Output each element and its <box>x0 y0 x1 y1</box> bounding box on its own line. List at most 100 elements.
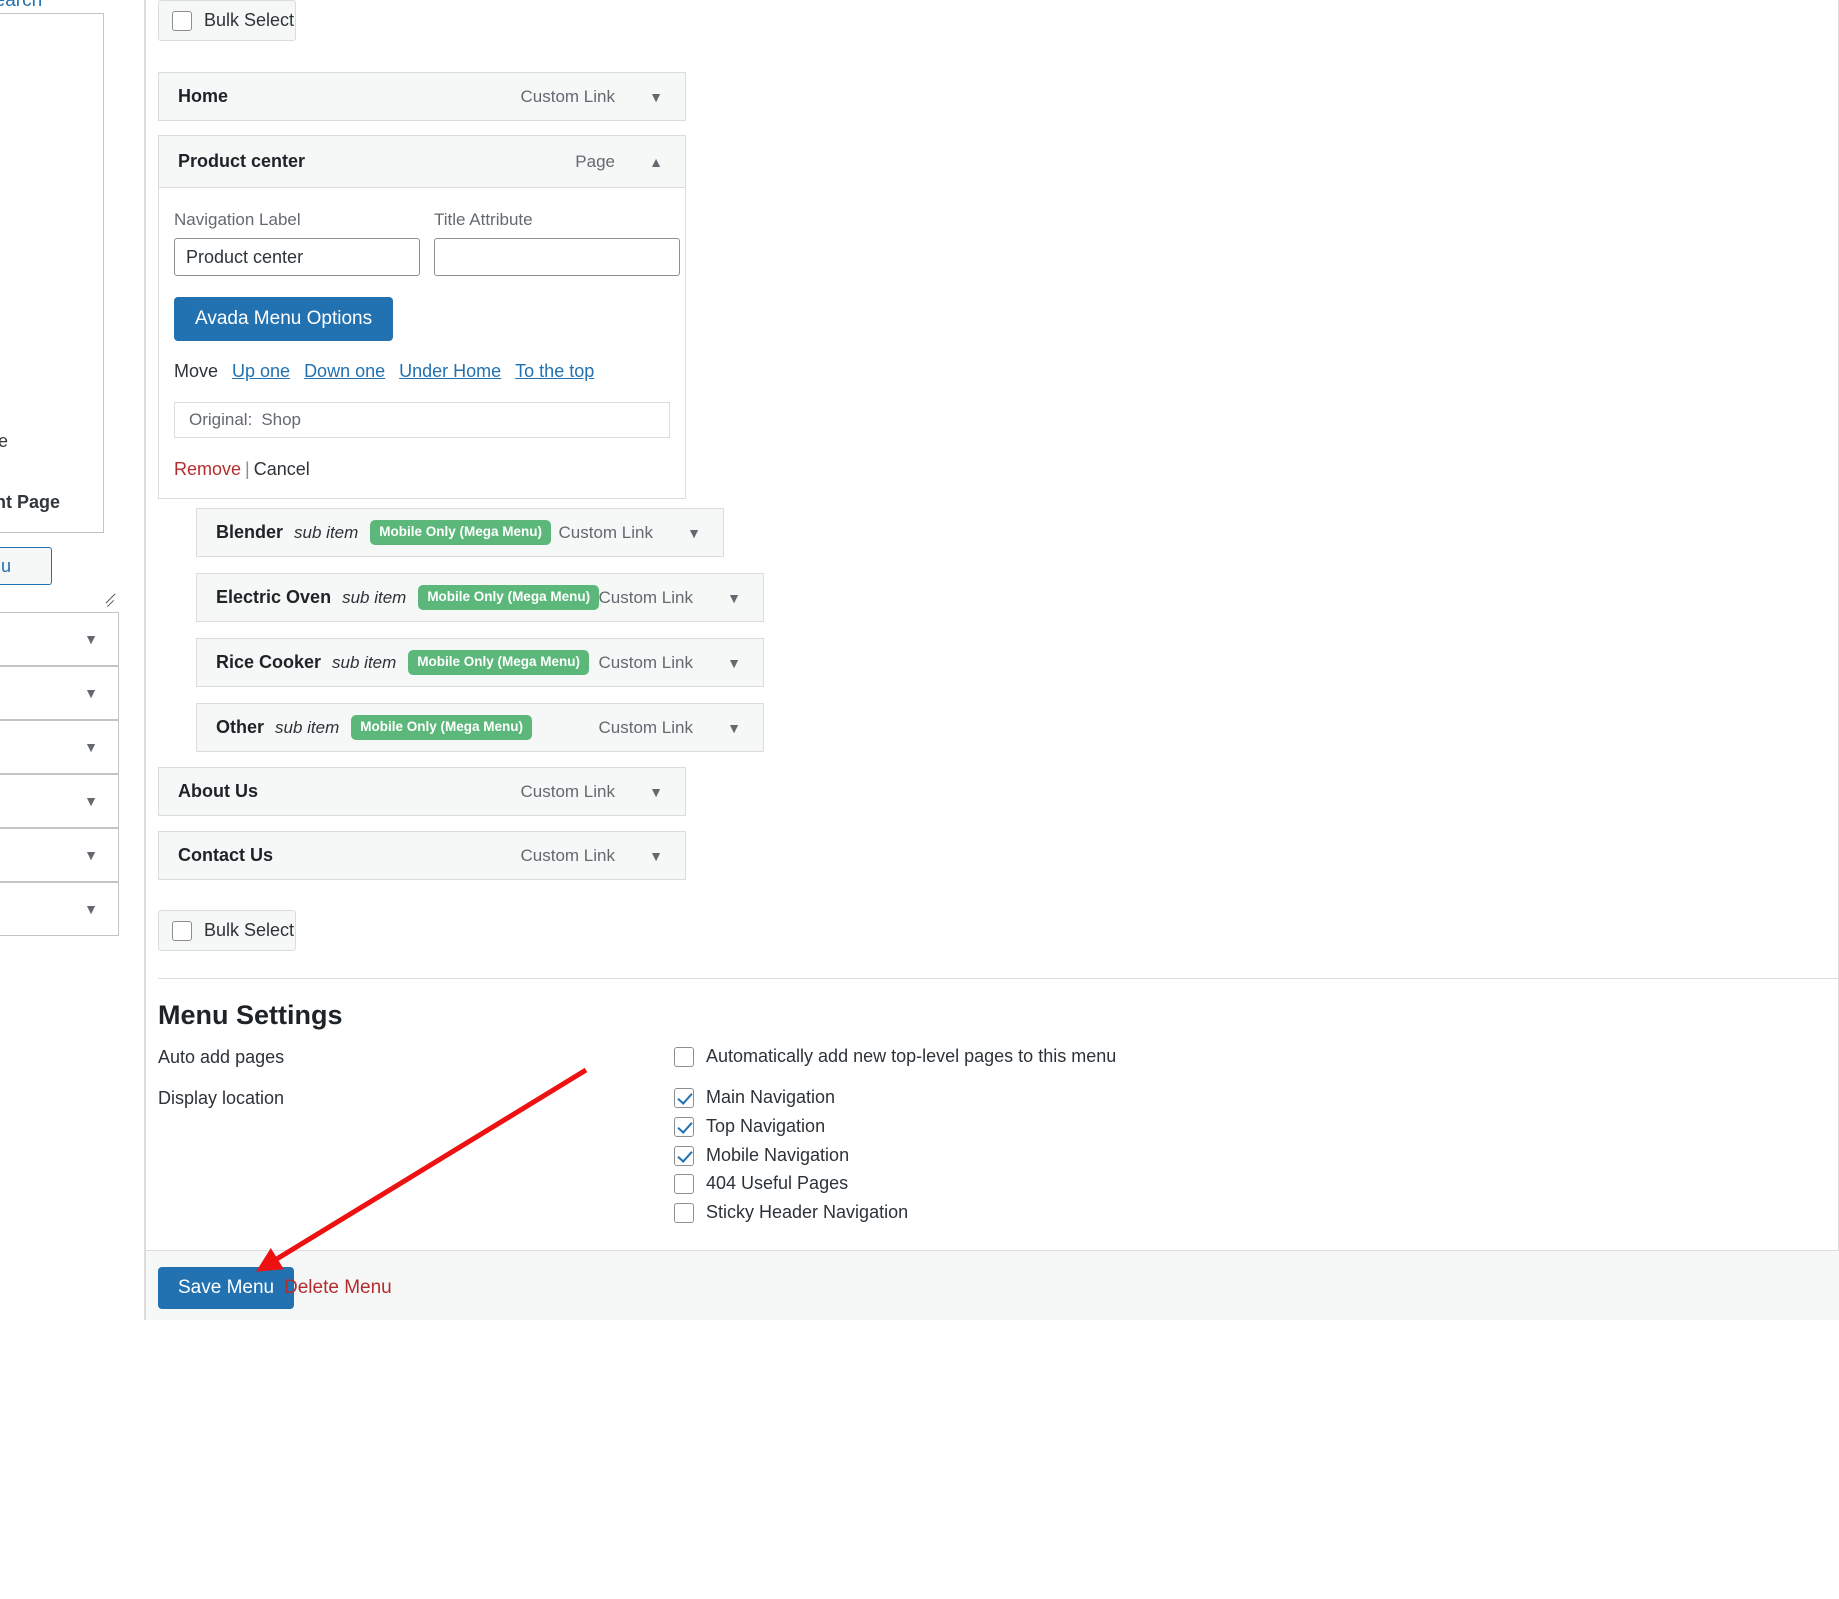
chevron-down-icon[interactable]: ▼ <box>649 849 663 863</box>
menu-item-type: Custom Link <box>520 845 615 865</box>
editor-footer-bar: Save Menu Delete Menu <box>146 1250 1839 1320</box>
menu-item-editor-body: Navigation Label Title Attribute Avada M… <box>159 188 685 498</box>
location-label: Mobile Navigation <box>706 1145 850 1165</box>
cancel-link[interactable]: Cancel <box>254 459 310 479</box>
bulk-select-label: Bulk Select <box>204 920 295 940</box>
menu-item-title: About Us <box>178 781 258 801</box>
move-links-row: Move Up one Down one Under Home To the t… <box>174 361 670 382</box>
chevron-down-icon: ▼ <box>84 847 98 863</box>
menu-item-type: Custom Link <box>598 652 693 672</box>
navigation-label-input[interactable] <box>174 238 420 276</box>
location-option-404-useful-pages[interactable]: 404 Useful Pages <box>674 1173 848 1194</box>
avada-menu-options-button[interactable]: Avada Menu Options <box>174 297 394 341</box>
sidebar-collapsed-panel[interactable]: ▼ <box>0 666 119 720</box>
editor-field-row: Navigation Label Title Attribute <box>174 210 680 276</box>
menu-item-title: Other <box>216 717 265 737</box>
bulk-select-bottom[interactable]: Bulk Select <box>158 910 296 951</box>
mobile-navigation-checkbox[interactable] <box>674 1145 694 1166</box>
original-value-box: Original: Shop <box>174 402 670 438</box>
menu-sub-item-rice-cooker[interactable]: Rice Cooker sub item Mobile Only (Mega M… <box>196 638 764 687</box>
menu-item-contact-us[interactable]: Contact Us Custom Link ▼ <box>158 831 686 880</box>
auto-add-pages-checkbox[interactable] <box>674 1046 694 1067</box>
sidebar-option-partial-1[interactable]: ge <box>0 431 8 452</box>
chevron-down-icon: ▼ <box>84 685 98 701</box>
menu-item-type: Custom Link <box>598 587 693 607</box>
sidebar-options-box <box>0 13 104 533</box>
sidebar-collapsed-panel[interactable]: ▼ <box>0 774 119 828</box>
delete-menu-link[interactable]: Delete Menu <box>284 1277 392 1299</box>
sidebar-collapsed-panel[interactable]: ▼ <box>0 828 119 882</box>
sub-item-label: sub item <box>342 587 407 607</box>
menu-item-about-us[interactable]: About Us Custom Link ▼ <box>158 767 686 816</box>
original-caption: Original: <box>189 410 253 429</box>
auto-add-pages-option[interactable]: Automatically add new top-level pages to… <box>674 1046 1116 1067</box>
title-attribute-caption: Title Attribute <box>434 210 533 229</box>
sub-item-label: sub item <box>275 717 340 737</box>
menu-item-type: Custom Link <box>520 86 615 106</box>
move-to-the-top-link[interactable]: To the top <box>515 361 594 382</box>
chevron-down-icon: ▼ <box>84 793 98 809</box>
menu-sub-item-electric-oven[interactable]: Electric Oven sub item Mobile Only (Mega… <box>196 573 764 622</box>
add-to-menu-button[interactable]: dd to Menu <box>0 547 52 585</box>
menu-item-title: Contact Us <box>178 845 274 865</box>
mobile-only-badge: Mobile Only (Mega Menu) <box>370 520 552 545</box>
sub-item-label: sub item <box>332 652 397 672</box>
menu-sub-item-blender[interactable]: Blender sub item Mobile Only (Mega Menu)… <box>196 508 724 557</box>
move-under-home-link[interactable]: Under Home <box>399 361 501 382</box>
sticky-header-navigation-checkbox[interactable] <box>674 1202 694 1223</box>
auto-add-pages-option-label: Automatically add new top-level pages to… <box>706 1046 1117 1066</box>
sidebar-collapsed-panel[interactable]: ▼ <box>0 720 119 774</box>
main-navigation-checkbox[interactable] <box>674 1087 694 1108</box>
chevron-down-icon[interactable]: ▼ <box>727 721 741 735</box>
sidebar-collapsed-panel[interactable]: ▼ <box>0 612 119 666</box>
location-option-sticky-header-navigation[interactable]: Sticky Header Navigation <box>674 1202 908 1223</box>
bulk-select-checkbox-bottom[interactable] <box>172 920 192 941</box>
location-option-main-navigation[interactable]: Main Navigation <box>674 1087 835 1108</box>
chevron-down-icon: ▼ <box>84 901 98 917</box>
menu-item-title: Electric Oven <box>216 587 332 607</box>
bulk-select-checkbox-top[interactable] <box>172 10 192 31</box>
menu-item-title: Home <box>178 86 229 106</box>
title-attribute-field-group: Title Attribute <box>434 210 680 276</box>
save-menu-button[interactable]: Save Menu <box>158 1267 295 1309</box>
remove-link[interactable]: Remove <box>174 459 241 479</box>
menu-item-title: Blender <box>216 522 284 542</box>
menu-item-type: Custom Link <box>520 781 615 801</box>
sidebar-collapsed-panel[interactable]: ▼ <box>0 882 119 936</box>
top-navigation-checkbox[interactable] <box>674 1116 694 1137</box>
mobile-only-badge: Mobile Only (Mega Menu) <box>408 650 590 675</box>
menu-item-title: Product center <box>178 151 306 171</box>
title-attribute-input[interactable] <box>434 238 680 276</box>
menu-item-title: Rice Cooker <box>216 652 322 672</box>
location-label: Top Navigation <box>706 1116 826 1136</box>
sidebar-option-partial-2[interactable]: unt Page <box>0 492 60 513</box>
location-label: 404 Useful Pages <box>706 1173 849 1193</box>
navigation-label-caption: Navigation Label <box>174 210 301 229</box>
menu-sub-item-other[interactable]: Other sub item Mobile Only (Mega Menu) C… <box>196 703 764 752</box>
chevron-down-icon: ▼ <box>84 631 98 647</box>
original-value: Shop <box>261 410 302 429</box>
menu-item-editor-header[interactable]: Product center Page ▲ <box>159 136 685 188</box>
left-sidebar: Search ge unt Page dd to Menu ▼ ▼ ▼ ▼ ▼ … <box>0 0 145 1599</box>
menu-editor-panel: Bulk Select Home Custom Link ▼ Product c… <box>146 0 1839 1320</box>
chevron-up-icon[interactable]: ▲ <box>649 155 663 169</box>
mobile-only-badge: Mobile Only (Mega Menu) <box>351 715 533 740</box>
chevron-down-icon[interactable]: ▼ <box>727 591 741 605</box>
sub-item-label: sub item <box>294 522 359 542</box>
display-location-label: Display location <box>158 1088 285 1108</box>
location-option-mobile-navigation[interactable]: Mobile Navigation <box>674 1145 849 1166</box>
chevron-down-icon[interactable]: ▼ <box>649 90 663 104</box>
bulk-select-top[interactable]: Bulk Select <box>158 0 296 41</box>
location-option-top-navigation[interactable]: Top Navigation <box>674 1116 825 1137</box>
404-useful-pages-checkbox[interactable] <box>674 1173 694 1194</box>
move-down-one-link[interactable]: Down one <box>304 361 385 382</box>
chevron-down-icon[interactable]: ▼ <box>687 526 701 540</box>
chevron-down-icon[interactable]: ▼ <box>649 785 663 799</box>
menu-item-home[interactable]: Home Custom Link ▼ <box>158 72 686 121</box>
location-label: Main Navigation <box>706 1087 836 1107</box>
remove-cancel-separator: | <box>245 459 250 479</box>
resize-handle-icon[interactable] <box>104 594 118 608</box>
move-up-one-link[interactable]: Up one <box>232 361 290 382</box>
chevron-down-icon[interactable]: ▼ <box>727 656 741 670</box>
navigation-label-field-group: Navigation Label <box>174 210 420 276</box>
